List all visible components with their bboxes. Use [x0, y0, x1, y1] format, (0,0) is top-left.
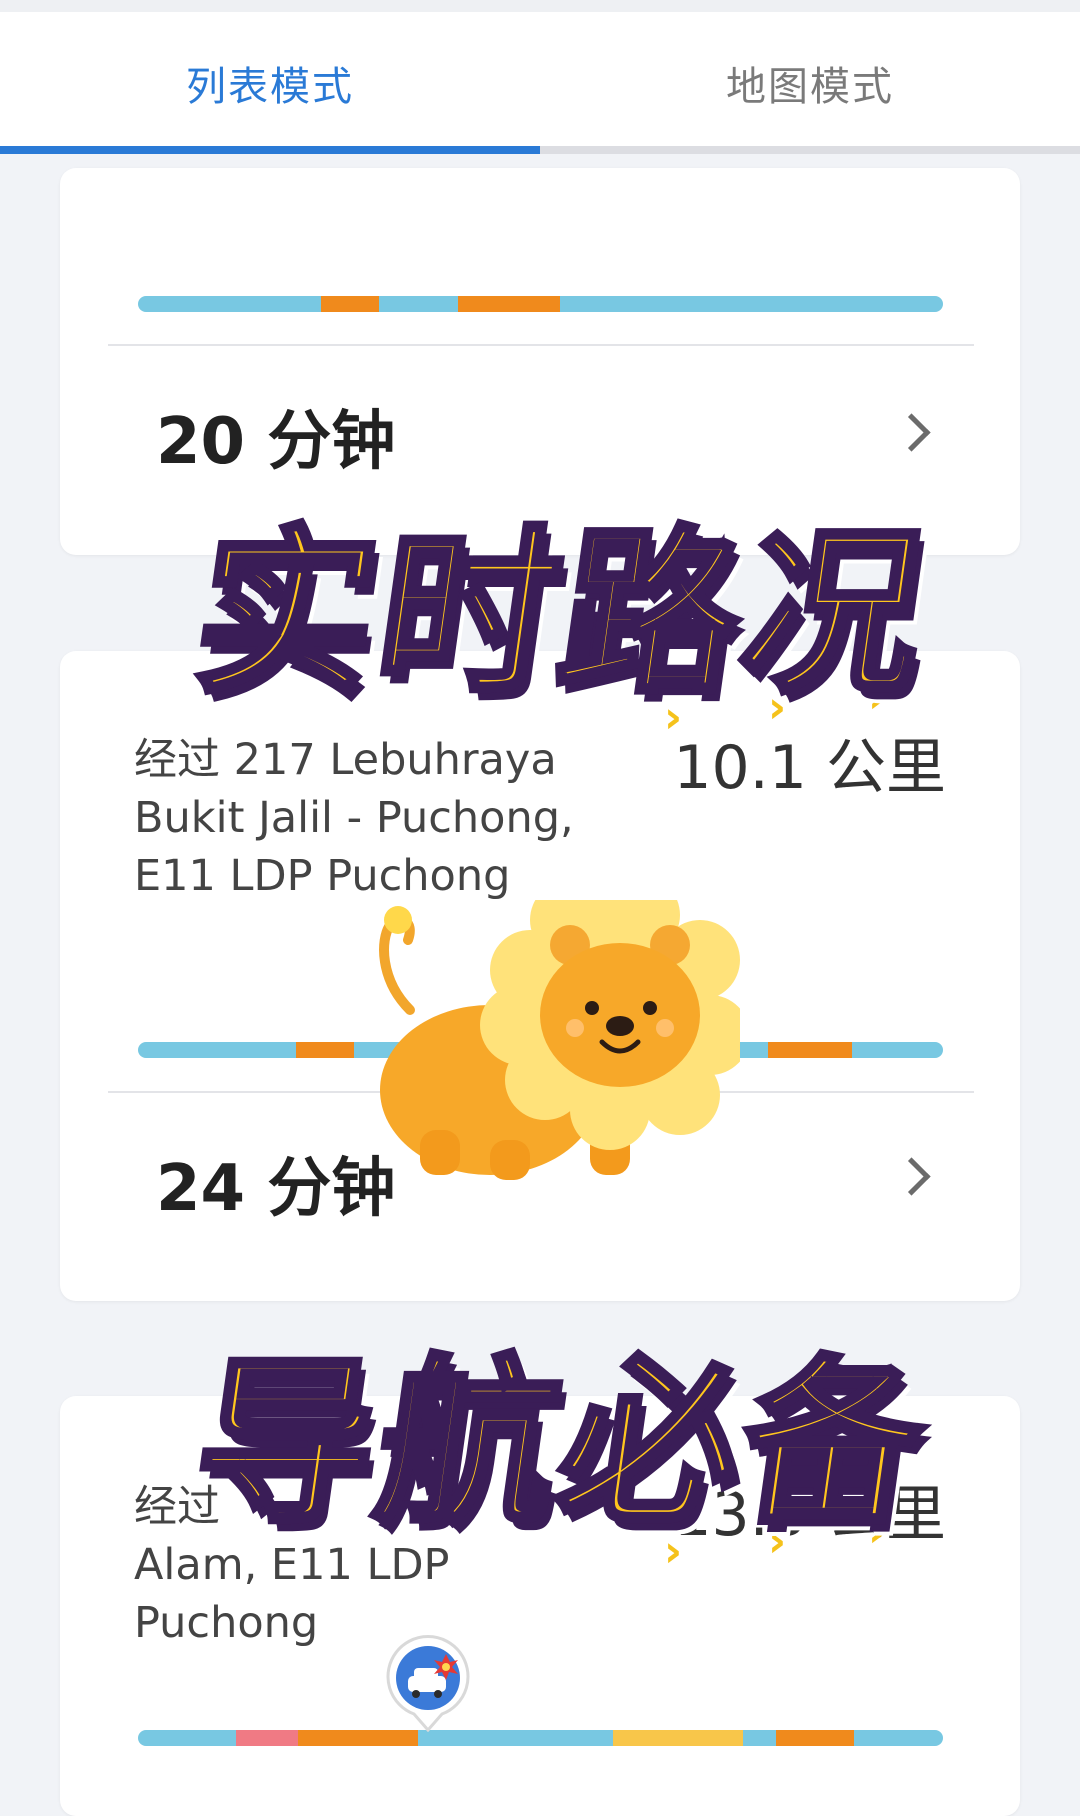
- traffic-segment-slow: [458, 296, 560, 312]
- traffic-segment-slow: [321, 296, 379, 312]
- route-via: 经过 217 Lebuhraya Bukit Jalil - Puchong, …: [134, 735, 574, 901]
- tab-list-mode[interactable]: 列表模式: [0, 12, 540, 154]
- chevron-right-icon[interactable]: [892, 1157, 931, 1196]
- tab-map-mode[interactable]: 地图模式: [540, 12, 1080, 154]
- traffic-segment-jam: [236, 1730, 298, 1746]
- route-distance: 10.1 公里: [673, 733, 946, 803]
- traffic-bar: [138, 1730, 943, 1746]
- tab-indicator-track: [540, 146, 1080, 154]
- overlay-headline-top: 实时路况: [180, 507, 943, 720]
- traffic-segment-slow: [768, 1042, 852, 1058]
- card-divider: [108, 344, 974, 346]
- car-crash-icon[interactable]: [384, 1634, 472, 1732]
- traffic-segment-slow: [298, 1730, 418, 1746]
- traffic-bar: [138, 296, 943, 312]
- route-duration: 20 分钟: [156, 405, 396, 479]
- overlay-headline-bottom: 导航必备: [180, 1337, 943, 1550]
- lion-mascot: [379, 900, 740, 1180]
- route-duration: 24 分钟: [156, 1152, 396, 1226]
- active-tab-indicator: [0, 146, 540, 154]
- status-strip: [0, 0, 1080, 12]
- chevron-right-icon[interactable]: [892, 413, 931, 452]
- mode-tabs: 列表模式 地图模式: [0, 12, 1080, 154]
- traffic-segment-moderate: [613, 1730, 743, 1746]
- traffic-segment-slow: [776, 1730, 854, 1746]
- traffic-segment-slow: [296, 1042, 354, 1058]
